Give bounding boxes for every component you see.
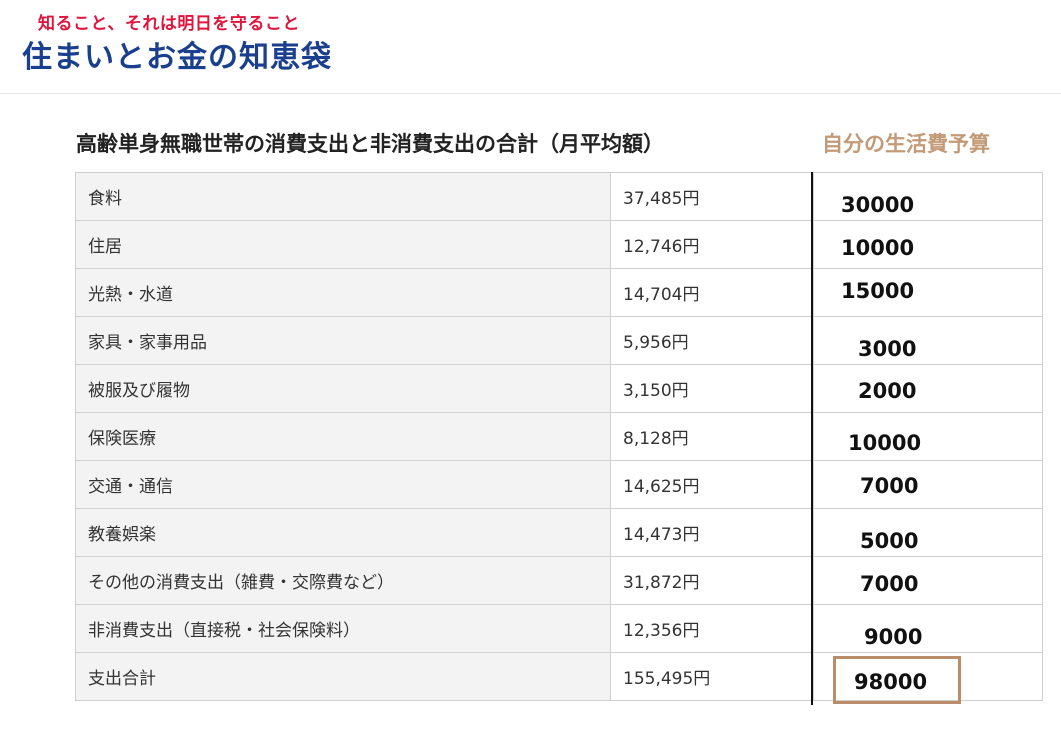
budget-cell — [813, 556, 1043, 605]
amount-cell: 12,746円 — [610, 220, 814, 269]
budget-value: 10000 — [848, 431, 922, 455]
amount-cell: 8,128円 — [610, 412, 814, 461]
handdrawn-divider-line — [811, 172, 813, 705]
category-cell: 家具・家事用品 — [75, 316, 611, 365]
site-logo[interactable]: 住まいとお金の知恵袋 — [22, 32, 332, 76]
budget-cell — [813, 604, 1043, 653]
budget-value: 7000 — [860, 474, 919, 498]
amount-cell: 14,625円 — [610, 460, 814, 509]
amount-cell: 37,485円 — [610, 172, 814, 221]
category-cell: 被服及び履物 — [75, 364, 611, 413]
category-cell: 交通・通信 — [75, 460, 611, 509]
budget-value: 7000 — [860, 572, 919, 596]
budget-value: 15000 — [841, 279, 915, 303]
amount-cell: 31,872円 — [610, 556, 814, 605]
budget-column-title: 自分の生活費予算 — [822, 132, 990, 156]
category-cell: 教養娯楽 — [75, 508, 611, 557]
amount-cell: 5,956円 — [610, 316, 814, 365]
budget-value: 3000 — [858, 337, 917, 361]
budget-cell — [813, 460, 1043, 509]
category-cell: その他の消費支出（雑費・交際費など） — [75, 556, 611, 605]
site-tagline: 知ること、それは明日を守ること — [38, 14, 300, 34]
budget-value: 2000 — [858, 379, 917, 403]
budget-cell — [813, 364, 1043, 413]
budget-value: 9000 — [864, 625, 923, 649]
budget-cell — [813, 508, 1043, 557]
category-cell: 住居 — [75, 220, 611, 269]
amount-cell: 155,495円 — [610, 652, 814, 701]
amount-cell: 14,704円 — [610, 268, 814, 317]
budget-value: 10000 — [841, 236, 915, 260]
category-cell: 非消費支出（直接税・社会保険料） — [75, 604, 611, 653]
budget-cell — [813, 316, 1043, 365]
category-cell: 光熱・水道 — [75, 268, 611, 317]
category-cell: 食料 — [75, 172, 611, 221]
budget-value: 30000 — [841, 193, 915, 217]
amount-cell: 14,473円 — [610, 508, 814, 557]
amount-cell: 3,150円 — [610, 364, 814, 413]
site-header: 知ること、それは明日を守ること 住まいとお金の知恵袋 — [0, 0, 1061, 94]
budget-total-value: 98000 — [854, 670, 928, 694]
category-cell: 保険医療 — [75, 412, 611, 461]
category-cell: 支出合計 — [75, 652, 611, 701]
table-title: 高齢単身無職世帯の消費支出と非消費支出の合計（月平均額） — [76, 132, 664, 156]
budget-value: 5000 — [860, 529, 919, 553]
amount-cell: 12,356円 — [610, 604, 814, 653]
